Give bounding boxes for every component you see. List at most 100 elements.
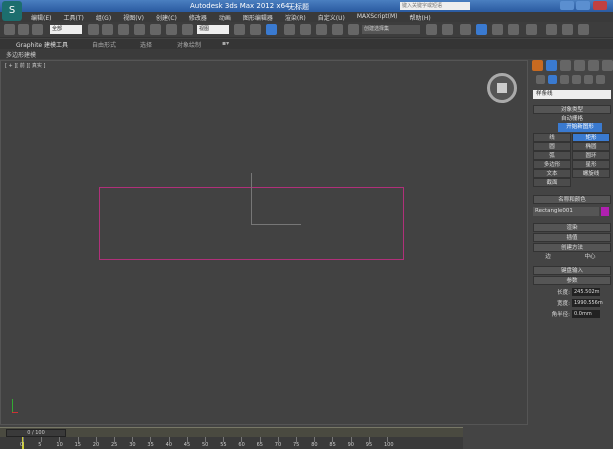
- hierarchy-tab-icon[interactable]: [560, 60, 571, 71]
- close-button[interactable]: [593, 1, 607, 10]
- unlink-icon[interactable]: [18, 24, 29, 35]
- maximize-button[interactable]: [576, 1, 590, 10]
- menu-maxscript[interactable]: MAXScript(M): [351, 12, 404, 22]
- snaps-toggle-icon[interactable]: [284, 24, 295, 35]
- section-button[interactable]: 截面: [533, 178, 571, 187]
- cameras-icon[interactable]: [572, 75, 581, 84]
- menu-customize[interactable]: 自定义(U): [312, 12, 351, 22]
- tab-object-paint[interactable]: 对象绘制: [177, 40, 201, 49]
- material-editor-icon[interactable]: [526, 24, 537, 35]
- time-slider-track[interactable]: 0 / 100: [0, 427, 463, 437]
- utilities-tab-icon[interactable]: [602, 60, 613, 71]
- creation-method-rollout[interactable]: 创建方法: [533, 243, 611, 252]
- selection-filter-dropdown[interactable]: 全部: [50, 25, 82, 34]
- menu-group[interactable]: 组(G): [90, 12, 117, 22]
- helpers-icon[interactable]: [584, 75, 593, 84]
- ribbon-options-icon[interactable]: ▪▾: [222, 40, 229, 47]
- viewcube[interactable]: [487, 73, 517, 103]
- rectangle-button[interactable]: 矩形: [572, 133, 610, 142]
- center-radio[interactable]: 中心: [580, 253, 600, 262]
- rendering-rollout[interactable]: 渲染: [533, 223, 611, 232]
- menu-create[interactable]: 创建(C): [150, 12, 183, 22]
- pivot-icon[interactable]: [234, 24, 245, 35]
- object-color-swatch[interactable]: [601, 207, 609, 216]
- line-button[interactable]: 线: [533, 133, 571, 142]
- tab-freeform[interactable]: 自由形式: [92, 40, 116, 49]
- mirror-icon[interactable]: [426, 24, 437, 35]
- keyboard-shortcut-override-icon[interactable]: [266, 24, 277, 35]
- motion-tab-icon[interactable]: [574, 60, 585, 71]
- menu-rendering[interactable]: 渲染(R): [279, 12, 312, 22]
- rotate-icon[interactable]: [166, 24, 177, 35]
- tab-selection[interactable]: 选择: [140, 40, 152, 49]
- bind-space-warp-icon[interactable]: [32, 24, 43, 35]
- angle-snap-icon[interactable]: [300, 24, 311, 35]
- viewport-label[interactable]: [ + ][ 前 ][ 真实 ]: [5, 62, 45, 69]
- named-selection-dropdown[interactable]: 创建选择集: [362, 25, 420, 34]
- spinner-snap-icon[interactable]: [332, 24, 343, 35]
- menu-tools[interactable]: 工具(T): [57, 12, 89, 22]
- align-icon[interactable]: [442, 24, 453, 35]
- start-new-shape-checkbox[interactable]: 开始新图形: [558, 123, 602, 132]
- menu-modifiers[interactable]: 修改器: [183, 12, 213, 22]
- ribbon-subtitle[interactable]: 多边形建模: [6, 50, 36, 59]
- menu-views[interactable]: 视图(V): [117, 12, 150, 22]
- schematic-view-icon[interactable]: [508, 24, 519, 35]
- text-button[interactable]: 文本: [533, 169, 571, 178]
- object-name-input[interactable]: Rectangle001: [533, 207, 599, 216]
- edge-radio[interactable]: 边: [538, 253, 558, 262]
- layer-manager-icon[interactable]: [460, 24, 471, 35]
- time-slider[interactable]: 0 / 100: [6, 429, 66, 437]
- search-input[interactable]: 键入关键字或短语: [400, 2, 470, 10]
- app-menu-button[interactable]: S: [2, 1, 22, 21]
- corner-radius-field[interactable]: 0.0mm: [572, 310, 600, 318]
- ellipse-button[interactable]: 椭圆: [572, 142, 610, 151]
- manipulate-icon[interactable]: [250, 24, 261, 35]
- object-type-rollout[interactable]: 对象类型: [533, 105, 611, 114]
- track-bar[interactable]: 0 5 10 15 20 25 30 35 40 45 50 55 60 65 70 75 80 85 90 95 10…: [0, 437, 463, 449]
- menu-help[interactable]: 帮助(H): [404, 12, 437, 22]
- ngon-button[interactable]: 多边形: [533, 160, 571, 169]
- space-warps-icon[interactable]: [596, 75, 605, 84]
- menu-graph-editors[interactable]: 图形编辑器: [237, 12, 279, 22]
- width-field[interactable]: 1990.556m: [572, 299, 603, 307]
- select-by-name-icon[interactable]: [102, 24, 113, 35]
- rectangle-selection-icon[interactable]: [118, 24, 129, 35]
- move-icon[interactable]: [150, 24, 161, 35]
- keyboard-entry-rollout[interactable]: 键盘输入: [533, 266, 611, 275]
- modify-tab-icon[interactable]: [546, 60, 557, 71]
- link-icon[interactable]: [4, 24, 15, 35]
- donut-button[interactable]: 圆环: [572, 151, 610, 160]
- circle-button[interactable]: 圆: [533, 142, 571, 151]
- render-production-icon[interactable]: [578, 24, 589, 35]
- reference-coord-dropdown[interactable]: 视图: [197, 25, 229, 34]
- rendered-frame-icon[interactable]: [562, 24, 573, 35]
- shapes-icon[interactable]: [548, 75, 557, 84]
- select-object-icon[interactable]: [88, 24, 99, 35]
- interpolation-rollout[interactable]: 插值: [533, 233, 611, 242]
- name-color-rollout[interactable]: 名称和颜色: [533, 195, 611, 204]
- menu-animation[interactable]: 动画: [213, 12, 237, 22]
- parameters-rollout[interactable]: 参数: [533, 276, 611, 285]
- geometry-icon[interactable]: [536, 75, 545, 84]
- length-field[interactable]: 245.502m: [572, 288, 600, 296]
- front-viewport[interactable]: [ + ][ 前 ][ 真实 ]: [0, 60, 528, 425]
- category-dropdown[interactable]: 样条线: [533, 90, 611, 99]
- create-tab-icon[interactable]: [532, 60, 543, 71]
- minimize-button[interactable]: [560, 1, 574, 10]
- percent-snap-icon[interactable]: [316, 24, 327, 35]
- scale-icon[interactable]: [182, 24, 193, 35]
- lights-icon[interactable]: [560, 75, 569, 84]
- window-crossing-icon[interactable]: [134, 24, 145, 35]
- timeline-tick-label: 100: [384, 442, 394, 448]
- display-tab-icon[interactable]: [588, 60, 599, 71]
- helix-button[interactable]: 螺旋线: [572, 169, 610, 178]
- arc-button[interactable]: 弧: [533, 151, 571, 160]
- tab-graphite[interactable]: Graphite 建模工具: [16, 40, 68, 49]
- star-button[interactable]: 星形: [572, 160, 610, 169]
- graphite-toggle-icon[interactable]: [476, 24, 487, 35]
- render-setup-icon[interactable]: [546, 24, 557, 35]
- edit-named-selection-icon[interactable]: [348, 24, 359, 35]
- curve-editor-icon[interactable]: [492, 24, 503, 35]
- menu-edit[interactable]: 编辑(E): [25, 12, 57, 22]
